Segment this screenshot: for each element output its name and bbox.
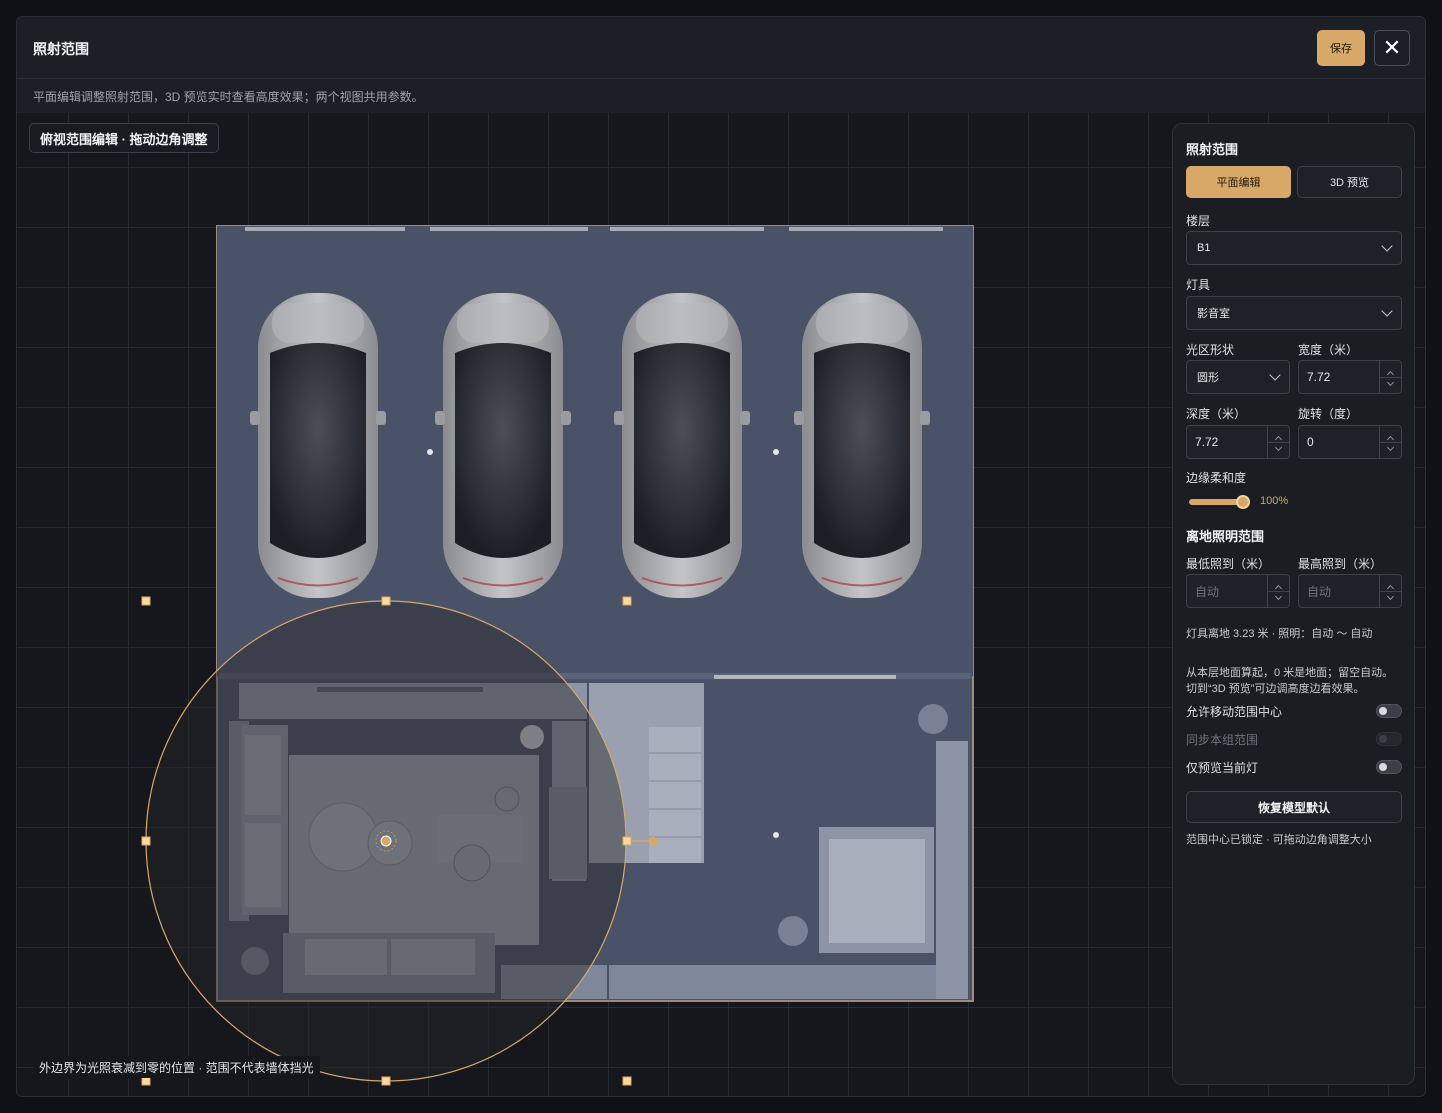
toggle-preview-current[interactable] bbox=[1376, 760, 1402, 774]
floor-plan bbox=[141, 225, 974, 1086]
chevron-down-icon bbox=[1269, 369, 1281, 381]
car-2 bbox=[434, 292, 572, 599]
shape-value: 圆形 bbox=[1197, 372, 1219, 384]
car-1 bbox=[249, 292, 387, 599]
shape-select[interactable]: 圆形 bbox=[1186, 360, 1290, 394]
fixture-value: 影音室 bbox=[1197, 308, 1230, 320]
light-range-dialog: 照射范围 保存 ✕ 平面编辑调整照射范围，3D 预览实时查看高度效果；两个视图共… bbox=[16, 16, 1426, 1097]
max-height-placeholder: 自动 bbox=[1307, 584, 1332, 599]
tab-plan-edit[interactable]: 平面编辑 bbox=[1186, 166, 1291, 198]
width-label: 宽度（米） bbox=[1298, 343, 1359, 357]
fixture-dot bbox=[773, 832, 779, 838]
softness-label: 边缘柔和度 bbox=[1186, 471, 1247, 485]
depth-stepper[interactable] bbox=[1267, 426, 1289, 458]
fixture-dot bbox=[773, 449, 779, 455]
mode-badge: 俯视范围编辑 · 拖动边角调整 bbox=[29, 123, 219, 153]
floor-label: 楼层 bbox=[1186, 214, 1211, 228]
panel-title: 照射范围 bbox=[1186, 142, 1239, 157]
car-4 bbox=[793, 292, 931, 599]
range-footnote: 外边界为光照衰减到零的位置 · 范围不代表墙体挡光 bbox=[33, 1056, 320, 1078]
softness-slider-thumb[interactable] bbox=[1236, 495, 1250, 509]
close-icon: ✕ bbox=[1382, 35, 1402, 60]
dialog-title: 照射范围 bbox=[33, 41, 89, 57]
min-height-stepper[interactable] bbox=[1267, 575, 1289, 607]
chevron-down-icon bbox=[1381, 240, 1393, 252]
dialog-header: 照射范围 保存 ✕ bbox=[17, 17, 1425, 79]
plant-3 bbox=[918, 704, 948, 734]
min-height-placeholder: 自动 bbox=[1195, 584, 1220, 599]
toggle-move-center[interactable] bbox=[1376, 704, 1402, 718]
toggle-sync-group bbox=[1376, 732, 1402, 746]
width-stepper[interactable] bbox=[1379, 361, 1401, 393]
fixture-label: 灯具 bbox=[1186, 278, 1211, 292]
fixture-select[interactable]: 影音室 bbox=[1186, 296, 1402, 330]
toggle-preview-current-label: 仅预览当前灯 bbox=[1186, 761, 1259, 775]
floor-select[interactable]: B1 bbox=[1186, 231, 1402, 265]
height-section-title: 离地照明范围 bbox=[1186, 529, 1265, 544]
settings-panel: 照射范围 平面编辑 3D 预览 楼层 B1 灯具 影音室 光区形状 圆形 宽度（… bbox=[1172, 123, 1415, 1085]
help-text-2: 切到“3D 预览”可边调高度边看效果。 bbox=[1186, 683, 1365, 695]
rotate-handle bbox=[648, 836, 658, 846]
toggle-sync-group-label: 同步本组范围 bbox=[1186, 733, 1259, 747]
max-height-label: 最高照到（米） bbox=[1298, 557, 1383, 571]
depth-value: 7.72 bbox=[1195, 435, 1219, 449]
wall-shelf bbox=[936, 741, 968, 999]
help-text-1: 从本层地面算起，0 米是地面；留空自动。 bbox=[1186, 667, 1394, 679]
fixture-info: 灯具离地 3.23 米 · 照明：自动 ～ 自动 bbox=[1186, 628, 1373, 640]
rotation-label: 旋转（度） bbox=[1298, 407, 1359, 421]
toggle-move-center-label: 允许移动范围中心 bbox=[1186, 705, 1283, 719]
rotation-stepper[interactable] bbox=[1379, 426, 1401, 458]
min-height-label: 最低照到（米） bbox=[1186, 557, 1271, 571]
depth-input[interactable]: 7.72 bbox=[1186, 425, 1290, 459]
tab-3d-preview[interactable]: 3D 预览 bbox=[1297, 166, 1402, 198]
reset-default-button[interactable]: 恢复模型默认 bbox=[1186, 791, 1402, 823]
softness-value: 100% bbox=[1260, 495, 1289, 507]
chevron-down-icon bbox=[1381, 305, 1393, 317]
rotation-value: 0 bbox=[1307, 435, 1314, 449]
range-center-handle bbox=[380, 835, 392, 847]
status-text: 范围中心已锁定 · 可拖动边角调整大小 bbox=[1186, 834, 1372, 846]
max-height-input[interactable]: 自动 bbox=[1298, 574, 1402, 608]
max-height-stepper[interactable] bbox=[1379, 575, 1401, 607]
save-button[interactable]: 保存 bbox=[1317, 30, 1365, 66]
car-3 bbox=[613, 292, 751, 599]
width-input[interactable]: 7.72 bbox=[1298, 360, 1402, 394]
dialog-subtitle: 平面编辑调整照射范围，3D 预览实时查看高度效果；两个视图共用参数。 bbox=[33, 90, 424, 104]
floor-value: B1 bbox=[1197, 242, 1211, 254]
rotation-input[interactable]: 0 bbox=[1298, 425, 1402, 459]
shape-label: 光区形状 bbox=[1186, 343, 1235, 357]
fixture-dot bbox=[427, 449, 433, 455]
plant-2 bbox=[778, 916, 808, 946]
width-value: 7.72 bbox=[1307, 370, 1331, 384]
close-button[interactable]: ✕ bbox=[1374, 30, 1410, 66]
depth-label: 深度（米） bbox=[1186, 407, 1247, 421]
min-height-input[interactable]: 自动 bbox=[1186, 574, 1290, 608]
